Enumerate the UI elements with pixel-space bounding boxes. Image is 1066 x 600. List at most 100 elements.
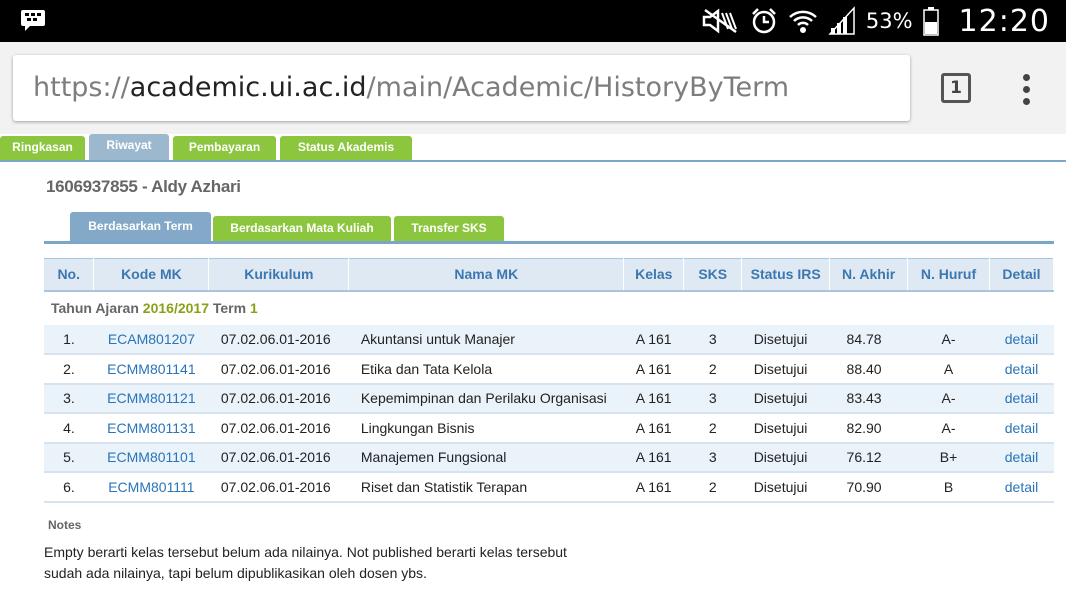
url-path: /main/Academic/HistoryByTerm: [366, 72, 790, 103]
battery-icon: [922, 7, 939, 36]
sks: 3: [683, 442, 742, 473]
term-prefix: Tahun Ajaran: [51, 300, 139, 316]
class: A 161: [623, 442, 684, 473]
tab-riwayat[interactable]: Riwayat: [89, 134, 169, 160]
curriculum: 07.02.06.01-2016: [208, 383, 349, 414]
final-score: 88.40: [829, 354, 908, 385]
curriculum: 07.02.06.01-2016: [208, 472, 349, 503]
irs-status: Disetujui: [741, 413, 830, 444]
tab-pembayaran[interactable]: Pembayaran: [173, 136, 276, 160]
col-header[interactable]: N. Akhir: [829, 258, 909, 292]
col-header[interactable]: Kurikulum: [208, 258, 350, 292]
irs-status: Disetujui: [741, 324, 830, 355]
detail-link[interactable]: detail: [989, 383, 1054, 414]
col-header[interactable]: Kelas: [623, 258, 685, 292]
final-score: 70.90: [829, 472, 908, 503]
detail-link[interactable]: detail: [989, 354, 1054, 385]
letter-grade: A-: [907, 383, 990, 414]
main-tabs: Ringkasan Riwayat Pembayaran Status Akad…: [0, 134, 1066, 162]
letter-grade: A: [907, 354, 990, 385]
tab-switcher-button[interactable]: 1: [941, 73, 971, 103]
alarm-icon: [751, 8, 776, 34]
address-bar[interactable]: https://academic.ui.ac.id/main/Academic/…: [13, 55, 910, 121]
letter-grade: B+: [907, 442, 990, 473]
url-text[interactable]: https://academic.ui.ac.id/main/Academic/…: [33, 72, 789, 103]
tab-divider: [0, 160, 1066, 162]
detail-link[interactable]: detail: [989, 413, 1054, 444]
sks: 2: [683, 413, 742, 444]
row-number: 5.: [44, 442, 94, 473]
col-header[interactable]: Detail: [989, 258, 1055, 292]
curriculum: 07.02.06.01-2016: [208, 442, 349, 473]
irs-status: Disetujui: [741, 442, 830, 473]
row-number: 4.: [44, 413, 94, 444]
course-name: Manajemen Fungsional: [348, 442, 624, 473]
table-row: 2. ECMM801141 07.02.06.01-2016 Etika dan Ta…: [44, 354, 1054, 385]
sub-tabs: Berdasarkan Term Berdasarkan Mata Kuliah…: [44, 212, 1054, 244]
overflow-menu-icon[interactable]: [1012, 74, 1042, 106]
col-header[interactable]: SKS: [683, 258, 743, 292]
col-header[interactable]: Kode MK: [93, 258, 210, 292]
term-word: Term: [212, 300, 247, 316]
subtab-transfer-sks[interactable]: Transfer SKS: [394, 216, 504, 244]
detail-link[interactable]: detail: [989, 472, 1054, 503]
col-header[interactable]: No.: [44, 258, 95, 292]
final-score: 76.12: [829, 442, 908, 473]
tab-status-akademis[interactable]: Status Akademis: [280, 136, 412, 160]
url-scheme: https://: [33, 72, 130, 103]
class: A 161: [623, 413, 684, 444]
course-name: Riset dan Statistik Terapan: [348, 472, 624, 503]
course-code-link[interactable]: ECMM801101: [93, 442, 209, 473]
clock: 12:20: [958, 3, 1050, 39]
subtab-berdasarkan-mata-kuliah[interactable]: Berdasarkan Mata Kuliah: [213, 216, 391, 244]
subtab-berdasarkan-term[interactable]: Berdasarkan Term: [70, 212, 211, 242]
irs-status: Disetujui: [741, 472, 830, 503]
row-number: 1.: [44, 324, 94, 355]
col-header[interactable]: Status IRS: [741, 258, 831, 292]
detail-link[interactable]: detail: [989, 324, 1054, 355]
course-code-link[interactable]: ECMM801141: [93, 354, 209, 385]
letter-grade: A-: [907, 413, 990, 444]
term-number: 1: [249, 300, 258, 316]
final-score: 83.43: [829, 383, 908, 414]
battery-percent: 53%: [865, 9, 913, 33]
term-label: Tahun Ajaran 2016/2017 Term 1: [44, 290, 1054, 325]
signal-icon: [828, 6, 855, 35]
status-bar: 53% 12:20: [0, 0, 1066, 42]
table-row: 1. ECAM801207 07.02.06.01-2016 Akuntansi un…: [44, 324, 1054, 355]
url-host: academic.ui.ac.id: [129, 72, 367, 103]
sks: 3: [683, 324, 742, 355]
col-header[interactable]: N. Huruf: [907, 258, 990, 292]
table-header-row: No. Kode MK Kurikulum Nama MK Kelas SKS …: [44, 258, 1055, 292]
grades-table: No. Kode MK Kurikulum Nama MK Kelas SKS …: [44, 258, 1055, 503]
course-code-link[interactable]: ECAM801207: [93, 324, 209, 355]
course-code-link[interactable]: ECMM801131: [93, 413, 209, 444]
wifi-icon: [788, 10, 817, 33]
term-year: 2016/2017: [142, 300, 209, 316]
notes-title: Notes: [48, 518, 82, 532]
course-code-link[interactable]: ECMM801121: [93, 383, 209, 414]
irs-status: Disetujui: [741, 383, 830, 414]
bbm-icon: [21, 10, 45, 31]
row-number: 3.: [44, 383, 94, 414]
tab-ringkasan[interactable]: Ringkasan: [0, 136, 85, 160]
table-row: 5. ECMM801101 07.02.06.01-2016 Manajemen Fu…: [44, 442, 1054, 473]
row-number: 2.: [44, 354, 94, 385]
col-header[interactable]: Nama MK: [348, 258, 625, 292]
page-content: Ringkasan Riwayat Pembayaran Status Akad…: [0, 134, 1066, 600]
student-name: 1606937855 - Aldy Azhari: [46, 177, 241, 196]
row-number: 6.: [44, 472, 94, 503]
final-score: 82.90: [829, 413, 908, 444]
term-row: Tahun Ajaran 2016/2017 Term 1: [44, 290, 1054, 325]
course-name: Etika dan Tata Kelola: [348, 354, 624, 385]
table-row: 4. ECMM801131 07.02.06.01-2016 Lingkungan B…: [44, 413, 1054, 444]
class: A 161: [623, 324, 684, 355]
class: A 161: [623, 383, 684, 414]
curriculum: 07.02.06.01-2016: [208, 413, 349, 444]
irs-status: Disetujui: [741, 354, 830, 385]
letter-grade: B: [907, 472, 990, 503]
course-code-link[interactable]: ECMM801111: [93, 472, 209, 503]
detail-link[interactable]: detail: [989, 442, 1054, 473]
mute-icon: [702, 8, 737, 34]
class: A 161: [623, 472, 684, 503]
